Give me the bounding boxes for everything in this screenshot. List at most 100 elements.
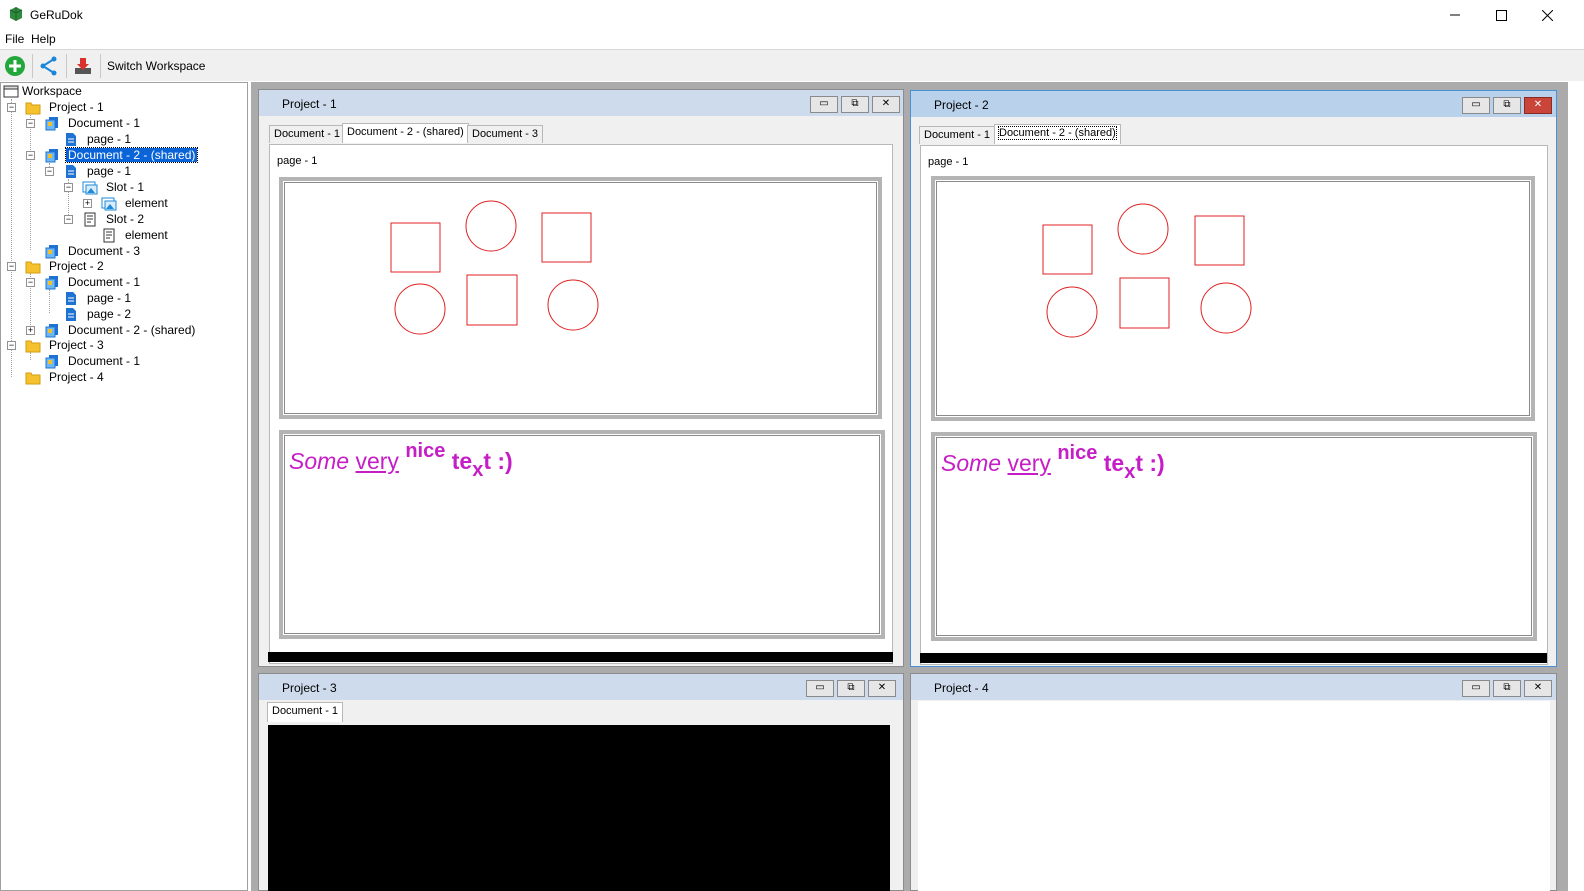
circle-shape[interactable] [547, 279, 599, 331]
text-slot[interactable]: Some very nice text :) [279, 430, 885, 639]
tree-expander-p1-doc2[interactable]: − [26, 151, 35, 160]
toolbar: Switch Workspace [0, 49, 1584, 81]
tree-expander-project1[interactable]: − [7, 103, 16, 112]
circle-shape[interactable] [1200, 282, 1252, 334]
folder-icon [25, 261, 41, 274]
project2-tab-doc1[interactable]: Document - 1 [919, 126, 996, 144]
project1-window[interactable]: Project - 1 ▭ ⧉ ✕ Document - 1 Document … [258, 89, 904, 667]
project3-maximize-button[interactable]: ⧉ [837, 680, 865, 697]
project4-content-area [918, 701, 1550, 891]
tree-line [49, 289, 50, 313]
project2-title: Project - 2 [934, 98, 989, 112]
project4-title-bar[interactable]: Project - 4 ▭ ⧉ ✕ [911, 674, 1556, 700]
page-icon [66, 308, 76, 321]
folder-icon [25, 340, 41, 353]
rich-text-underline: very [1007, 450, 1051, 476]
image-slot[interactable] [279, 177, 882, 419]
switch-workspace-button[interactable]: Switch Workspace [107, 59, 205, 73]
page-scroll-strip [268, 652, 893, 662]
circle-shape[interactable] [1046, 286, 1098, 338]
project1-title: Project - 1 [282, 97, 337, 111]
tree-line [11, 99, 12, 377]
project1-tab-doc3[interactable]: Document - 3 [467, 125, 544, 143]
project4-maximize-button[interactable]: ⧉ [1493, 680, 1521, 697]
tree-expander-project2[interactable]: − [7, 262, 16, 271]
shapes-canvas [390, 200, 599, 335]
project1-maximize-button[interactable]: ⧉ [841, 96, 869, 113]
project1-minimize-button[interactable]: ▭ [810, 96, 838, 113]
project4-close-button[interactable]: ✕ [1524, 680, 1552, 697]
project3-doc-area [268, 725, 890, 891]
document-icon [45, 324, 58, 338]
add-icon[interactable] [4, 55, 26, 77]
project2-maximize-button[interactable]: ⧉ [1493, 97, 1521, 114]
project2-title-bar[interactable]: Project - 2 ▭ ⧉ ✕ [911, 91, 1556, 117]
project1-title-bar[interactable]: Project - 1 ▭ ⧉ ✕ [259, 90, 903, 116]
circle-shape[interactable] [465, 200, 517, 252]
image-element-icon [101, 197, 117, 211]
circle-shape[interactable] [1117, 203, 1169, 255]
text-slot[interactable]: Some very nice text :) [931, 432, 1537, 641]
tree-expander-project3[interactable]: − [7, 341, 16, 350]
workspace-icon [3, 85, 19, 98]
project4-window[interactable]: Project - 4 ▭ ⧉ ✕ [910, 673, 1557, 891]
project4-minimize-button[interactable]: ▭ [1462, 680, 1490, 697]
tree-line [30, 115, 31, 250]
page-icon [66, 165, 76, 178]
square-shape[interactable] [1194, 215, 1245, 266]
tree-expander-slot2[interactable]: − [64, 215, 73, 224]
project3-title-bar[interactable]: Project - 3 ▭ ⧉ ✕ [259, 674, 903, 700]
project1-page-area: page - 1 Some very nice text:) [268, 144, 893, 664]
menu-file[interactable]: File [5, 32, 24, 46]
tree-expander-slot1-element[interactable]: + [83, 199, 92, 208]
document-icon [45, 245, 58, 259]
rich-text-italic: Some [941, 450, 1002, 476]
menu-help[interactable]: Help [31, 32, 56, 46]
minimize-icon [1450, 14, 1460, 16]
share-icon[interactable] [38, 55, 60, 77]
project2-minimize-button[interactable]: ▭ [1462, 97, 1490, 114]
rich-text-bold: t :) [1135, 450, 1165, 476]
square-shape[interactable] [390, 222, 441, 273]
tree-expander-p1-doc2-page1[interactable]: − [45, 167, 54, 176]
close-button[interactable] [1524, 0, 1570, 30]
rich-text-bold: te [1103, 450, 1125, 476]
save-icon[interactable] [72, 55, 94, 77]
project3-close-button[interactable]: ✕ [868, 680, 896, 697]
project3-window[interactable]: Project - 3 ▭ ⧉ ✕ Document - 1 [258, 673, 904, 891]
minimize-button[interactable] [1432, 0, 1478, 30]
project3-minimize-button[interactable]: ▭ [806, 680, 834, 697]
menu-bar: File Help [0, 30, 1584, 49]
project2-page-area: page - 1 Some very nice text:) [920, 145, 1548, 665]
tree-expander-p2-doc2[interactable]: + [26, 326, 35, 335]
toolbar-separator [32, 54, 33, 78]
project1-tab-doc2[interactable]: Document - 2 - (shared) [342, 123, 469, 143]
maximize-icon [1495, 9, 1507, 21]
document-icon [45, 276, 58, 290]
rich-text-bold: te [451, 448, 473, 474]
page-scroll-strip [920, 653, 1547, 663]
square-shape[interactable] [1042, 224, 1093, 275]
tree-expander-p2-doc1[interactable]: − [26, 278, 35, 287]
mdi-desktop: Project - 1 ▭ ⧉ ✕ Document - 1 Document … [251, 82, 1568, 891]
rich-text-underline: very [355, 448, 399, 474]
project1-tab-doc1[interactable]: Document - 1 [269, 125, 346, 143]
tree-expander-p1-doc1[interactable]: − [26, 119, 35, 128]
project1-close-button[interactable]: ✕ [872, 96, 900, 113]
rich-text-subscript: x [472, 459, 484, 481]
square-shape[interactable] [1119, 277, 1170, 329]
tree-expander-slot1[interactable]: − [64, 183, 73, 192]
project3-tab-doc1[interactable]: Document - 1 [267, 702, 344, 722]
maximize-button[interactable] [1478, 0, 1524, 30]
rich-text-subscript: x [1124, 461, 1136, 483]
square-shape[interactable] [466, 274, 518, 326]
project2-tab-doc2[interactable]: Document - 2 - (shared) [994, 124, 1121, 144]
square-shape[interactable] [541, 212, 592, 263]
circle-shape[interactable] [394, 283, 446, 335]
title-bar: GeRuDok [0, 0, 1584, 30]
rich-text: Some very nice text :) [941, 442, 1165, 483]
project2-close-button[interactable]: ✕ [1524, 97, 1552, 114]
image-slot[interactable] [931, 176, 1535, 421]
tree-line [30, 352, 31, 360]
project2-window[interactable]: Project - 2 ▭ ⧉ ✕ Document - 1 Document … [910, 90, 1557, 667]
